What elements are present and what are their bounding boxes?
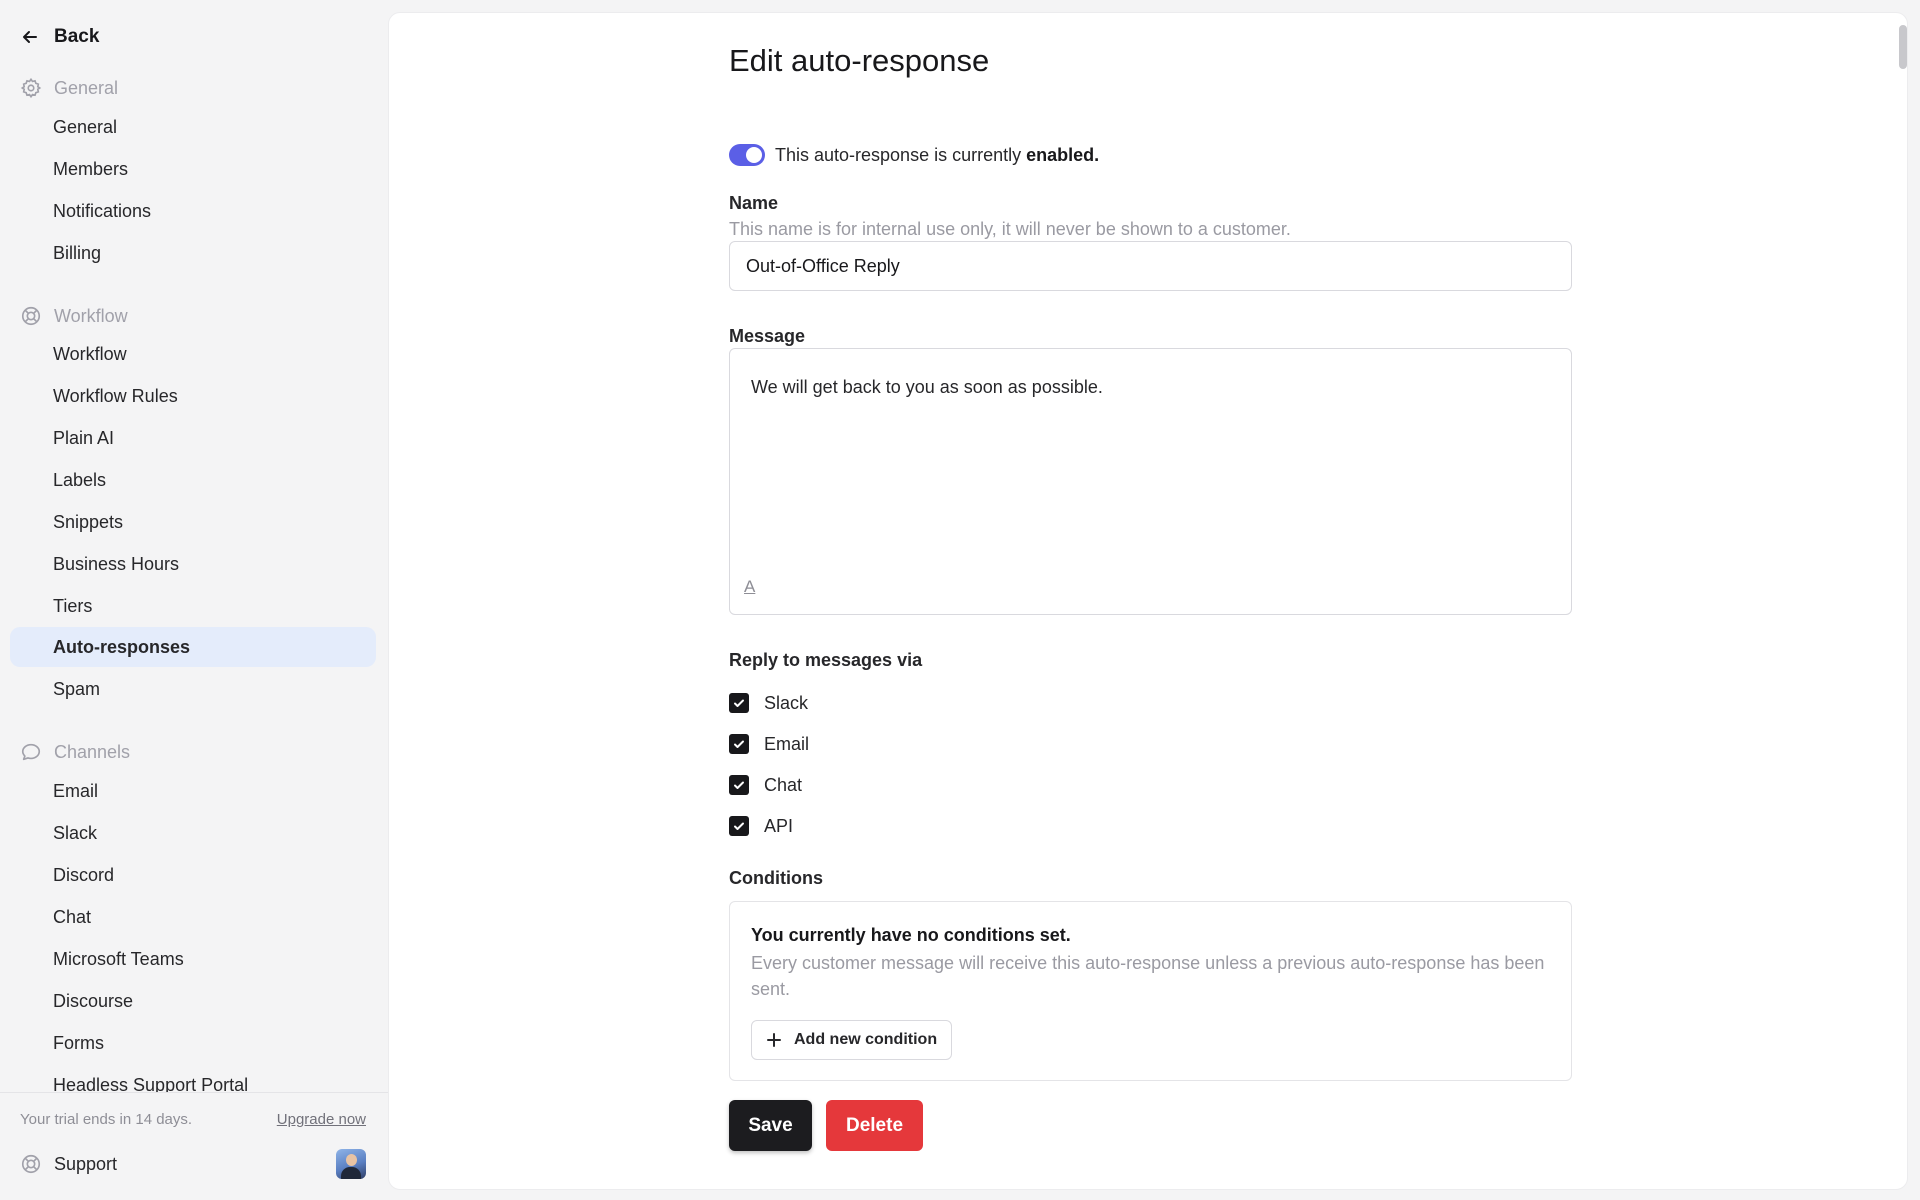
back-button[interactable]: Back [20,22,99,52]
sidebar-item-microsoft-teams[interactable]: Microsoft Teams [10,939,376,979]
delete-button[interactable]: Delete [826,1100,923,1151]
scrollbar[interactable] [1899,25,1907,69]
sidebar-item-billing[interactable]: Billing [10,233,376,273]
checkbox-slack[interactable]: Slack [729,690,808,716]
add-condition-button[interactable]: Add new condition [751,1020,953,1060]
checkbox-checked[interactable] [729,816,749,836]
toggle-text-prefix: This auto-response is currently [775,144,1022,165]
sidebar-item-spam[interactable]: Spam [10,669,376,709]
section-channels: Channels [20,737,130,767]
main-panel: Edit auto-response This auto-response is… [388,12,1908,1190]
chat-bubble-icon [21,743,41,761]
checkbox-checked[interactable] [729,775,749,795]
checkbox-checked[interactable] [729,734,749,754]
plus-icon [767,1033,781,1047]
enabled-toggle[interactable] [729,144,765,166]
save-button[interactable]: Save [729,1100,812,1151]
lifebuoy-icon [21,1154,41,1174]
checkbox-email[interactable]: Email [729,731,809,757]
conditions-empty-desc: Every customer message will receive this… [751,953,1545,999]
checkbox-label: Chat [764,774,803,795]
sidebar-item-auto-responses[interactable]: Auto-responses [10,627,376,667]
enabled-toggle-row: This auto-response is currently enabled. [729,144,1099,166]
section-workflow: Workflow [20,301,128,331]
sidebar-item-notifications[interactable]: Notifications [10,191,376,231]
conditions-label: Conditions [729,868,823,888]
gear-icon [20,77,42,99]
upgrade-link[interactable]: Upgrade now [277,1111,366,1128]
checkbox-label: Email [764,733,810,754]
checkbox-chat[interactable]: Chat [729,772,802,798]
sidebar-item-tiers[interactable]: Tiers [10,586,376,626]
sidebar-footer: Your trial ends in 14 days. Upgrade now … [0,1092,388,1200]
sidebar-item-labels[interactable]: Labels [10,460,376,500]
sidebar-item-email[interactable]: Email [10,771,376,811]
checkbox-label: Slack [764,692,809,713]
page-title: Edit auto-response [729,43,990,78]
sidebar-item-forms[interactable]: Forms [10,1023,376,1063]
sidebar-item-slack[interactable]: Slack [10,813,376,853]
check-icon [734,699,744,707]
support-button[interactable]: Support [20,1147,366,1181]
section-general: General [20,73,118,103]
reply-via-label: Reply to messages via [729,650,923,670]
name-label: Name [729,193,779,213]
avatar[interactable] [336,1149,366,1179]
sidebar: Back General General Members Notificatio… [0,0,388,1200]
sidebar-item-business-hours[interactable]: Business Hours [10,544,376,584]
trial-banner: Your trial ends in 14 days. Upgrade now [20,1111,366,1128]
sidebar-item-discord[interactable]: Discord [10,855,376,895]
check-icon [734,822,744,830]
sidebar-item-plain-ai[interactable]: Plain AI [10,418,376,458]
sidebar-item-members[interactable]: Members [10,149,376,189]
section-title: Workflow [54,305,128,326]
checkbox-api[interactable]: API [729,813,793,839]
sidebar-item-chat[interactable]: Chat [10,897,376,937]
sidebar-nav: Back General General Members Notificatio… [0,0,388,1092]
checkbox-checked[interactable] [729,693,749,713]
name-input[interactable] [729,241,1572,291]
sidebar-item-workflow[interactable]: Workflow [10,334,376,374]
sidebar-item-workflow-rules[interactable]: Workflow Rules [10,376,376,416]
section-title: Channels [54,741,131,762]
name-hint: This name is for internal use only, it w… [729,219,1291,239]
sidebar-item-headless-support-portal[interactable]: Headless Support Portal [10,1065,376,1093]
lifebuoy-icon [21,306,41,326]
message-label: Message [729,326,806,346]
message-text[interactable]: We will get back to you as soon as possi… [751,377,1103,398]
message-editor[interactable]: We will get back to you as soon as possi… [729,348,1572,615]
sidebar-item-general[interactable]: General [10,107,376,147]
sidebar-item-snippets[interactable]: Snippets [10,502,376,542]
conditions-empty-title: You currently have no conditions set. [751,925,1071,945]
trial-text: Your trial ends in 14 days. [20,1111,193,1128]
text-format-icon[interactable]: A [744,577,760,599]
conditions-panel: You currently have no conditions set. Ev… [729,901,1572,1081]
section-title: General [54,77,119,98]
checkbox-label: API [764,815,794,836]
arrow-left-icon [23,31,37,43]
toggle-status: enabled. [1026,144,1100,165]
toggle-text: This auto-response is currently enabled. [775,145,1099,166]
check-icon [734,781,744,789]
sidebar-item-discourse[interactable]: Discourse [10,981,376,1021]
check-icon [734,740,744,748]
back-label: Back [54,26,100,47]
support-label: Support [54,1153,118,1174]
add-condition-label: Add new condition [794,1031,938,1048]
